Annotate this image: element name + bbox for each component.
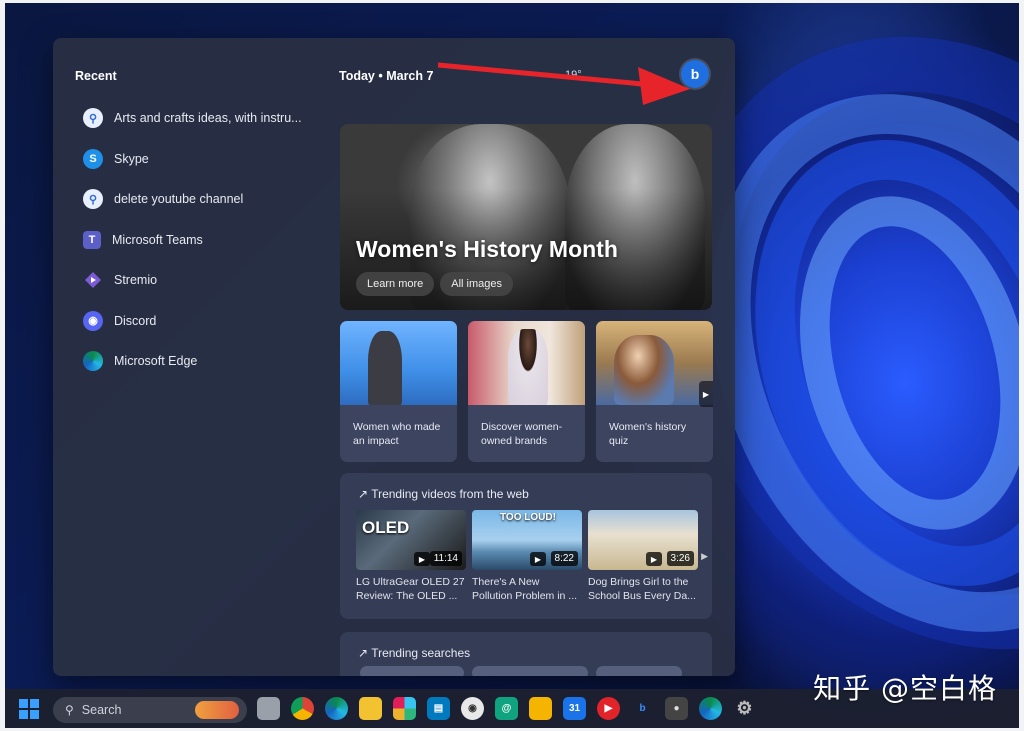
- next-arrow-icon[interactable]: ▶: [699, 381, 713, 407]
- trending-search-pills: [360, 666, 682, 676]
- recent-item-label: Arts and crafts ideas, with instru...: [114, 111, 302, 126]
- recent-item[interactable]: ◉ Discord: [83, 301, 323, 342]
- taskbar-search[interactable]: ⚲ Search: [53, 697, 247, 723]
- play-icon: ▶: [530, 552, 546, 566]
- bing-icon: b: [690, 66, 700, 82]
- bing-chat-button[interactable]: b: [681, 60, 709, 88]
- recent-title: Recent: [75, 69, 117, 83]
- card-text: Women who made an impact: [353, 421, 441, 447]
- hero-title: Women's History Month: [356, 236, 618, 262]
- video-thumbnail: TOO LOUD! ▶ 8:22: [472, 510, 582, 570]
- card-image: [596, 321, 713, 405]
- card-text: Discover women-owned brands: [481, 421, 563, 447]
- story-cards: Women who made an impact Discover women-…: [340, 321, 713, 462]
- trending-search-pill[interactable]: [360, 666, 464, 676]
- video-item[interactable]: OLED ▶ 11:14 LG UltraGear OLED 27 Review…: [356, 510, 466, 603]
- recent-item-label: delete youtube channel: [114, 192, 244, 207]
- recent-item[interactable]: Microsoft Edge: [83, 341, 323, 382]
- slack-icon[interactable]: [393, 697, 416, 720]
- file-explorer-icon[interactable]: [359, 697, 382, 720]
- video-title-line: Pollution Problem in ...: [472, 590, 578, 602]
- trending-search-pill[interactable]: [472, 666, 588, 676]
- play-icon: ▶: [646, 552, 662, 566]
- trending-search-pill[interactable]: [596, 666, 682, 676]
- search-icon: ⚲: [83, 108, 103, 129]
- hero-buttons: Learn more All images: [356, 272, 514, 296]
- recent-item-label: Microsoft Teams: [112, 232, 203, 247]
- edge-icon[interactable]: [325, 697, 348, 720]
- video-duration: 11:14: [429, 551, 462, 566]
- recent-item[interactable]: Stremio: [83, 260, 323, 301]
- recent-item[interactable]: S Skype: [83, 139, 323, 180]
- recent-item-label: Stremio: [114, 273, 158, 288]
- windows-start-icon[interactable]: [19, 699, 39, 719]
- search-placeholder: Search: [81, 703, 122, 717]
- video-duration: 8:22: [550, 551, 578, 566]
- video-item[interactable]: TOO LOUD! ▶ 8:22 There's A New Pollution…: [472, 510, 582, 603]
- story-card[interactable]: Discover women-owned brands: [468, 321, 585, 462]
- recent-item-label: Skype: [114, 151, 149, 166]
- chatgpt-icon[interactable]: @: [495, 697, 518, 720]
- trending-searches-title: ↗ Trending searches: [358, 646, 471, 660]
- next-arrow-icon[interactable]: ▶: [701, 551, 708, 562]
- play-icon: ▶: [414, 552, 430, 566]
- recent-item[interactable]: ⚲ delete youtube channel: [83, 179, 323, 220]
- trending-icon: ↗: [358, 646, 369, 660]
- davinci-icon[interactable]: ●: [665, 697, 688, 720]
- start-menu-widget-panel: Recent ⚲ Arts and crafts ideas, with ins…: [53, 38, 735, 676]
- bing-icon[interactable]: b: [631, 697, 654, 720]
- task-view-icon[interactable]: [257, 697, 280, 720]
- card-image: [340, 321, 457, 405]
- recent-item-label: Discord: [114, 313, 157, 328]
- search-icon: ⚲: [65, 703, 74, 717]
- annotation-arrow: [438, 62, 690, 105]
- trending-icon: ↗: [358, 487, 369, 501]
- story-card[interactable]: Women's history quiz ▶: [596, 321, 713, 462]
- chrome-icon[interactable]: [291, 697, 314, 720]
- edge-icon: [83, 351, 103, 372]
- search-highlight-image: [195, 701, 239, 719]
- video-duration: 3:26: [666, 551, 694, 566]
- discord-icon: ◉: [83, 310, 103, 331]
- all-images-button[interactable]: All images: [440, 272, 514, 296]
- app-icon[interactable]: ◉: [461, 697, 484, 720]
- trello-icon[interactable]: ▤: [427, 697, 450, 720]
- card-image: [468, 321, 585, 405]
- hero-card[interactable]: Women's History Month Learn more All ima…: [340, 124, 712, 310]
- keep-icon[interactable]: [529, 697, 552, 720]
- video-title-line: There's A New: [472, 576, 540, 588]
- video-list: OLED ▶ 11:14 LG UltraGear OLED 27 Review…: [356, 510, 698, 603]
- date-label: Today • March 7: [339, 69, 434, 83]
- calendar-icon[interactable]: 31: [563, 697, 586, 720]
- card-text: Women's history quiz: [609, 421, 687, 447]
- video-title-line: Dog Brings Girl to the: [588, 576, 689, 588]
- teams-icon: T: [83, 230, 101, 249]
- stremio-icon: [83, 270, 103, 290]
- settings-gear-icon[interactable]: ⚙: [733, 697, 756, 720]
- recent-item[interactable]: T Microsoft Teams: [83, 220, 323, 261]
- edge-dev-icon[interactable]: [699, 697, 722, 720]
- skype-icon: S: [83, 148, 103, 169]
- video-title-line: Review: The OLED ...: [356, 590, 458, 602]
- video-title-line: School Bus Every Da...: [588, 590, 696, 602]
- story-card[interactable]: Women who made an impact: [340, 321, 457, 462]
- video-item[interactable]: ▶ 3:26 Dog Brings Girl to the School Bus…: [588, 510, 698, 603]
- video-title-line: LG UltraGear OLED 27: [356, 576, 465, 588]
- recent-list: ⚲ Arts and crafts ideas, with instru... …: [83, 98, 323, 382]
- desktop: Recent ⚲ Arts and crafts ideas, with ins…: [5, 3, 1019, 728]
- video-thumbnail: ▶ 3:26: [588, 510, 698, 570]
- taskbar-apps: ▤ ◉ @ 31 ▶ b ● ⚙: [257, 697, 756, 720]
- search-icon: ⚲: [83, 189, 103, 210]
- recent-item[interactable]: ⚲ Arts and crafts ideas, with instru...: [83, 98, 323, 139]
- trending-searches-section: ↗ Trending searches: [340, 632, 712, 676]
- youtube-music-icon[interactable]: ▶: [597, 697, 620, 720]
- recent-item-label: Microsoft Edge: [114, 354, 198, 369]
- learn-more-button[interactable]: Learn more: [356, 272, 435, 296]
- video-thumbnail: OLED ▶ 11:14: [356, 510, 466, 570]
- trending-videos-title: ↗ Trending videos from the web: [358, 487, 529, 501]
- trending-videos-section: ↗ Trending videos from the web OLED ▶ 11…: [340, 473, 712, 619]
- watermark: 知乎 @空白格: [813, 672, 997, 705]
